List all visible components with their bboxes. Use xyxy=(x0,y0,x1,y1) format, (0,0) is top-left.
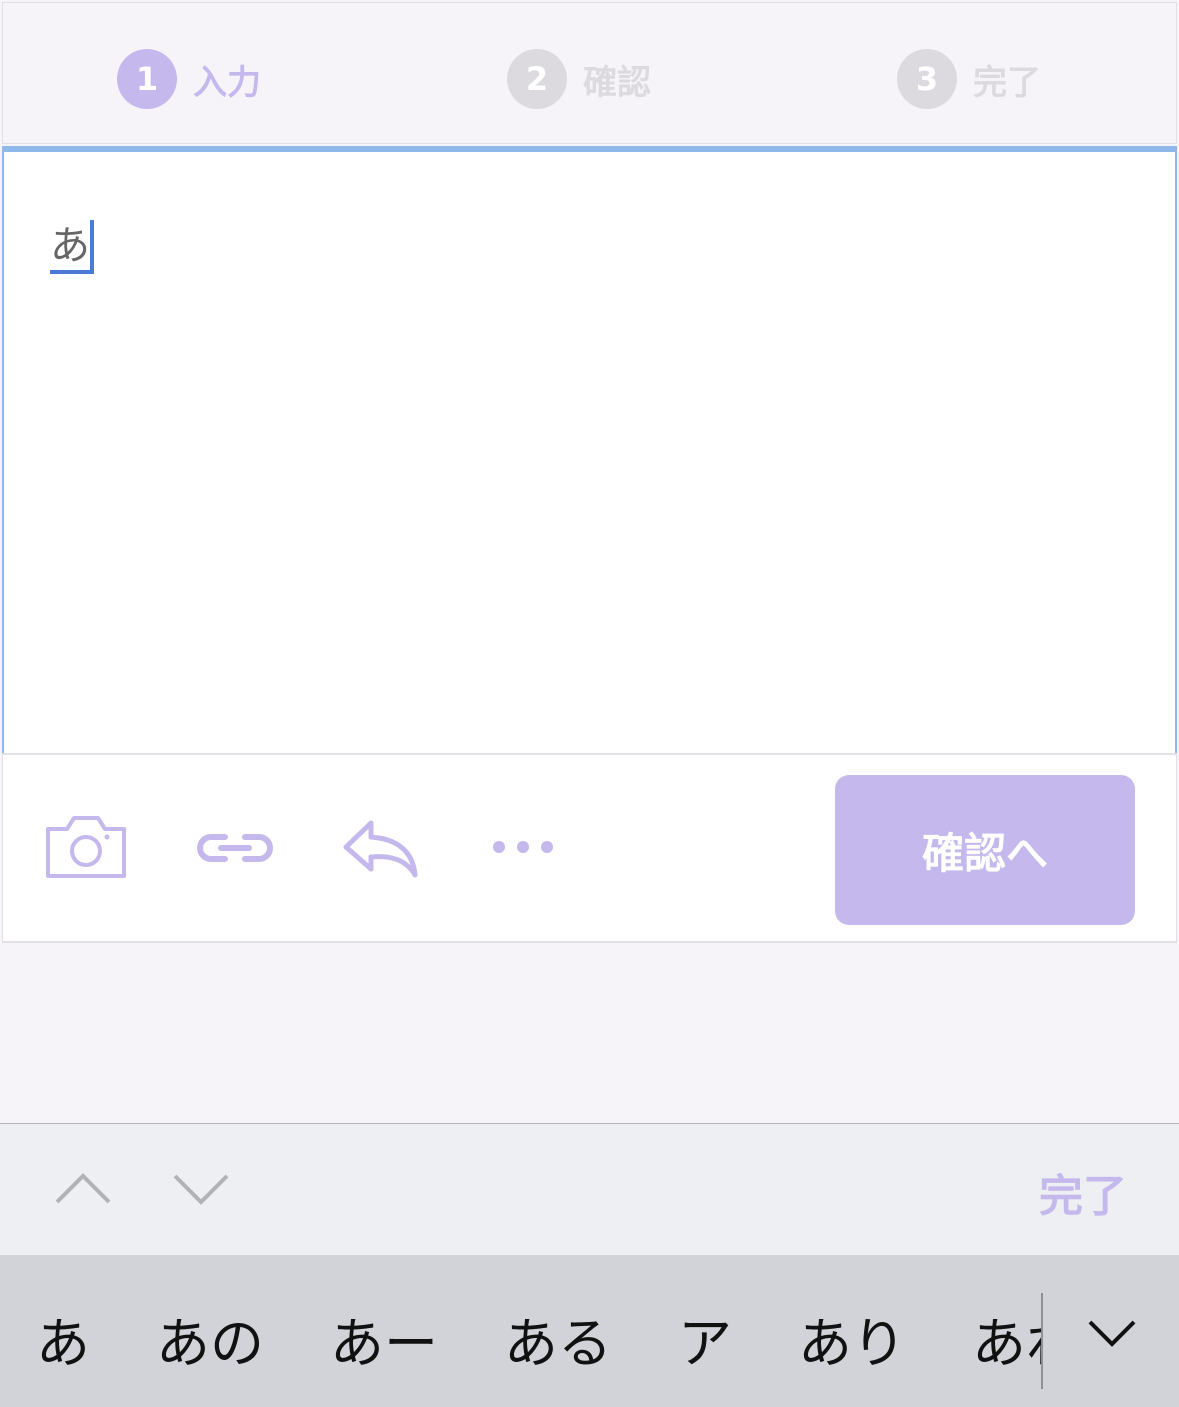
step-label: 入力 xyxy=(193,62,261,103)
camera-icon[interactable] xyxy=(45,815,127,879)
more-icon[interactable] xyxy=(491,839,561,855)
step-number: 1 xyxy=(117,49,177,109)
text-editor[interactable]: あ xyxy=(2,146,1177,758)
suggestion-item[interactable]: あの xyxy=(156,1299,264,1378)
step-label: 確認 xyxy=(583,62,651,103)
previous-field-icon[interactable] xyxy=(54,1166,112,1206)
step-confirm: 2 確認 xyxy=(507,49,651,109)
text-caret xyxy=(90,220,94,274)
suggestion-item[interactable]: あ xyxy=(36,1299,90,1378)
next-field-icon[interactable] xyxy=(172,1166,230,1206)
confirm-button[interactable]: 確認へ xyxy=(835,775,1135,925)
suggestion-divider xyxy=(1041,1293,1043,1389)
progress-steps: 1 入力 2 確認 3 完了 xyxy=(2,2,1177,144)
step-number: 3 xyxy=(897,49,957,109)
editor-toolbar: 確認へ xyxy=(2,753,1177,943)
step-complete: 3 完了 xyxy=(897,49,1041,109)
suggestion-item[interactable]: ある xyxy=(504,1299,612,1378)
keyboard-suggestion-bar: あ あの あー ある ア あり あれ xyxy=(0,1255,1179,1407)
composing-text: あ xyxy=(50,222,94,274)
reply-icon[interactable] xyxy=(341,819,421,879)
step-number: 2 xyxy=(507,49,567,109)
link-icon[interactable] xyxy=(195,831,275,865)
keyboard-accessory-bar: 完了 xyxy=(0,1123,1179,1255)
suggestion-item[interactable]: あー xyxy=(330,1299,438,1378)
done-button[interactable]: 完了 xyxy=(1039,1160,1127,1224)
chevron-down-icon[interactable] xyxy=(1086,1316,1138,1350)
suggestion-item[interactable]: ア xyxy=(678,1299,732,1378)
suggestion-item[interactable]: あり xyxy=(798,1299,906,1378)
step-input: 1 入力 xyxy=(117,49,261,109)
step-label: 完了 xyxy=(973,62,1041,103)
